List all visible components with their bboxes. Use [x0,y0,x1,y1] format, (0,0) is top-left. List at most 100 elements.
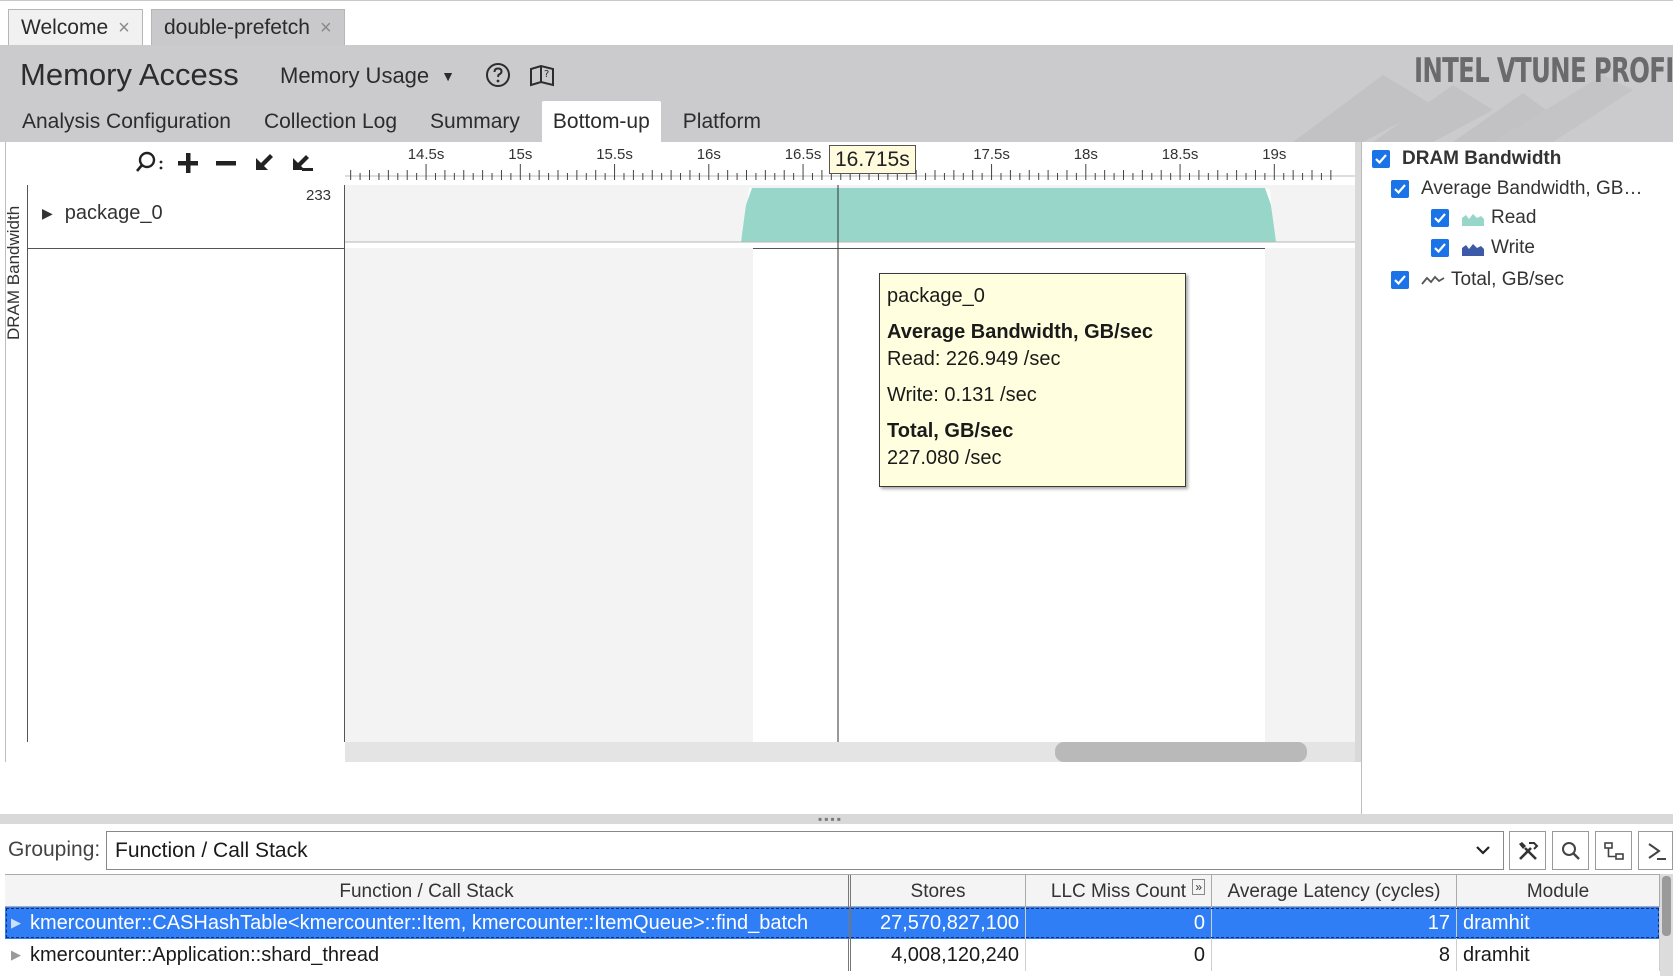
analysis-subtabs: Analysis Configuration Collection Log Su… [0,101,772,142]
plus-icon [178,153,198,173]
legend-label: Write [1491,237,1535,258]
cell-stores: 27,570,827,100 [851,907,1026,939]
expand-triangle-icon[interactable]: ▶ [42,205,53,222]
legend-average-bandwidth[interactable]: Average Bandwidth, GB… [1391,178,1642,200]
checkbox[interactable] [1431,239,1449,257]
zoom-search-button[interactable] [131,148,169,178]
tooltip-section-average-bandwidth: Average Bandwidth, GB/sec [887,321,1153,343]
legend-total[interactable]: Total, GB/sec [1391,269,1564,291]
tooltip-total-value: 227.080 /sec [887,447,1002,469]
tab-collection-log[interactable]: Collection Log [253,101,408,142]
minus-icon [216,161,236,166]
analysis-header: INTEL VTUNE PROFILER Memory Access Memor… [0,45,1673,142]
expand-column-icon[interactable]: » [1192,879,1205,895]
source-view-button[interactable] [1638,831,1673,870]
book-help-icon[interactable]: ? [528,61,556,89]
table-row[interactable]: ▶ kmercounter::Application::shard_thread… [5,939,1660,971]
tab-label: Welcome [21,16,109,39]
tab-platform[interactable]: Platform [672,101,772,142]
checkbox[interactable] [1372,150,1390,168]
tab-double-prefetch[interactable]: double-prefetch × [151,9,345,46]
cell-function: ▶ kmercounter::Application::shard_thread [5,939,851,971]
timeline-row-package[interactable]: ▶ package_0 [42,202,163,225]
unselected-region-left [345,248,753,742]
dram-bandwidth-section-label: DRAM Bandwidth [4,205,23,340]
grid-vertical-scrollbar[interactable] [1660,874,1673,976]
legend-label: Read [1491,207,1537,228]
expand-triangle-icon[interactable]: ▶ [11,947,21,963]
checkbox[interactable] [1431,209,1449,227]
grouping-label: Grouping: [8,838,101,861]
panel-splitter[interactable]: ▪▪▪▪ [0,813,1673,825]
column-header-function[interactable]: Function / Call Stack [5,875,851,908]
check-icon [1394,184,1406,195]
find-button[interactable] [1552,831,1589,870]
close-icon[interactable]: × [320,17,332,40]
zoom-out-button[interactable] [207,148,245,178]
total-line-swatch-icon [1421,275,1445,285]
call-stack-button[interactable] [1595,831,1632,870]
grouping-bar: Grouping: Function / Call Stack [0,824,1673,874]
checkbox[interactable] [1391,271,1409,289]
cell-average-latency: 8 [1212,939,1457,971]
column-header-module[interactable]: Module [1457,875,1660,908]
column-header-stores[interactable]: Stores [851,875,1026,908]
legend-dram-bandwidth[interactable]: DRAM Bandwidth [1372,148,1561,170]
chevron-down-icon: ▼ [441,68,456,84]
reset-zoom-button[interactable] [283,148,321,178]
tooltip-section-total: Total, GB/sec [887,420,1014,442]
document-tab-strip: Welcome × double-prefetch × [0,0,1673,46]
grouping-select[interactable]: Function / Call Stack [106,831,1504,870]
read-area-swatch-icon [1462,214,1484,226]
prompt-icon [1647,842,1666,860]
cell-module: dramhit [1457,907,1660,939]
scrollbar-thumb[interactable] [1055,742,1307,762]
svg-text:?: ? [544,69,549,80]
column-header-average-latency[interactable]: Average Latency (cycles) [1212,875,1457,908]
ruler-tick-label: 18s [1074,146,1098,163]
function-name: kmercounter::CASHashTable<kmercounter::I… [30,911,809,934]
splitter-grip-icon[interactable]: ▪▪▪▪ [818,813,843,825]
ruler-tick-label: 16.5s [785,146,822,163]
close-icon[interactable]: × [118,17,130,40]
help-icon[interactable] [484,61,512,89]
expand-triangle-icon[interactable]: ▶ [11,915,21,931]
checkbox[interactable] [1391,180,1409,198]
legend-label: Average Bandwidth, GB… [1421,178,1643,199]
bandwidth-graph[interactable] [345,185,1355,742]
magnifier-icon [136,151,163,172]
undo-zoom-button[interactable] [245,148,283,178]
ruler-tick-label: 15.5s [596,146,633,163]
cell-module: dramhit [1457,939,1660,971]
cell-stores: 4,008,120,240 [851,939,1026,971]
tab-bottom-up[interactable]: Bottom-up [541,101,661,142]
cell-llc-miss-count: 0 [1026,907,1212,939]
check-icon [1434,243,1446,254]
unselected-region-right [1265,248,1355,742]
tab-analysis-configuration[interactable]: Analysis Configuration [11,101,242,142]
viewpoint-selector[interactable]: Memory Usage ▼ [280,63,455,89]
customize-grouping-button[interactable] [1509,831,1546,870]
chevron-down-icon [1476,846,1490,855]
bottom-up-grid: Function / Call Stack Stores LLC Miss Co… [5,874,1673,976]
cursor-time-label[interactable]: 16.715s [829,145,916,174]
section-label-column: DRAM Bandwidth [4,185,28,742]
grid-header: Function / Call Stack Stores LLC Miss Co… [5,874,1660,908]
viewpoint-label: Memory Usage [280,63,430,88]
cell-llc-miss-count: 0 [1026,939,1212,971]
legend-label: DRAM Bandwidth [1402,148,1562,169]
timeline-horizontal-scrollbar[interactable] [345,742,1355,762]
tab-summary[interactable]: Summary [419,101,531,142]
tab-label: double-prefetch [164,16,310,39]
zoom-in-button[interactable] [169,148,207,178]
legend-write[interactable]: Write [1431,237,1535,259]
table-row[interactable]: ▶ kmercounter::CASHashTable<kmercounter:… [5,907,1660,939]
tab-welcome[interactable]: Welcome × [8,9,143,46]
legend-read[interactable]: Read [1431,207,1536,229]
scrollbar-thumb[interactable] [1662,876,1671,936]
timeline-toolbar [131,148,321,178]
arrow-reset-icon [293,155,313,171]
column-header-llc-miss-count[interactable]: LLC Miss Count » [1026,875,1212,908]
ruler-tick-label: 18.5s [1162,146,1199,163]
brand-logo: INTEL VTUNE PROFILER [1414,51,1673,91]
